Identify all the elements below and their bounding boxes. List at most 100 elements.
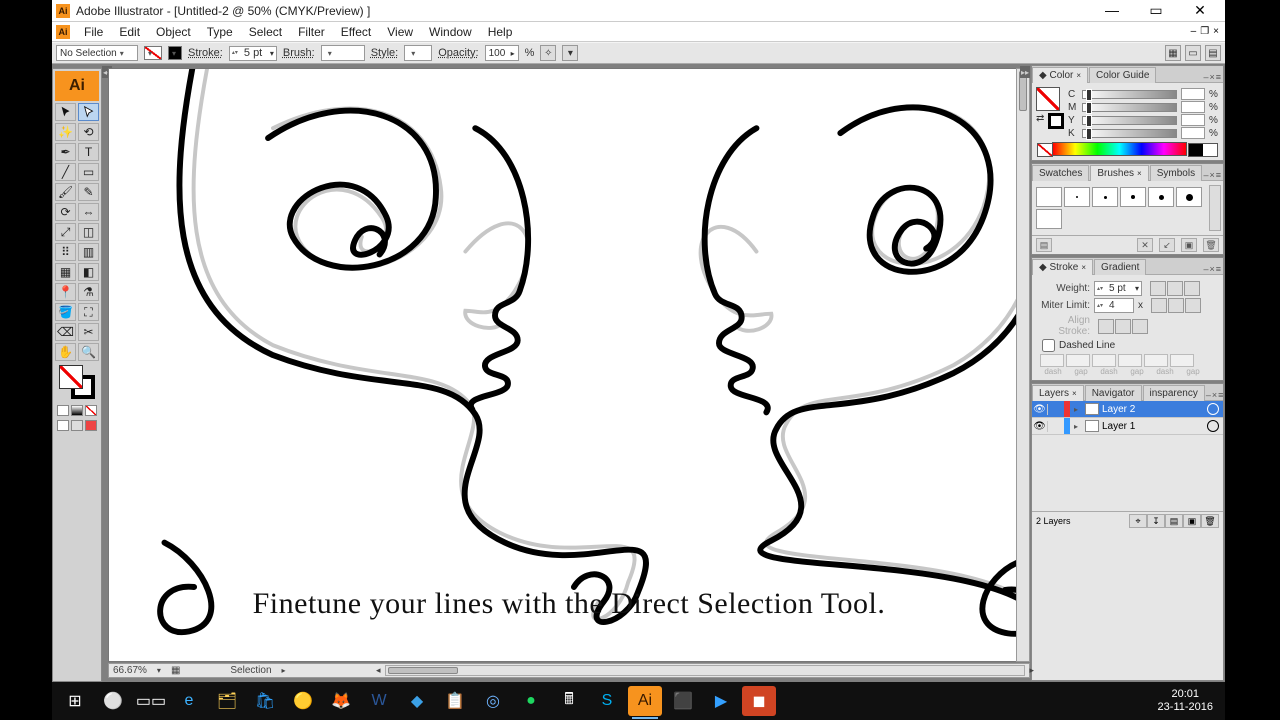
mesh-tool[interactable]: ▦: [55, 263, 76, 281]
cap-butt-button[interactable]: [1150, 281, 1166, 296]
spectrum-bar[interactable]: [1052, 142, 1187, 156]
brush-item[interactable]: [1148, 187, 1174, 207]
tab-stroke[interactable]: ◆ Stroke×: [1032, 259, 1093, 275]
visibility-icon[interactable]: 👁: [1032, 421, 1048, 432]
stroke-swatch-icon[interactable]: [1048, 113, 1064, 129]
fill-swatch-icon[interactable]: [1036, 87, 1060, 111]
gradient-mode-button[interactable]: [71, 405, 83, 416]
brush-item[interactable]: [1036, 187, 1062, 207]
panel-close-icon[interactable]: ×: [1212, 390, 1217, 400]
paintbrush-tool[interactable]: 🖌: [55, 183, 76, 201]
tab-swatches[interactable]: Swatches: [1032, 165, 1089, 181]
make-clip-icon[interactable]: ↧: [1147, 514, 1165, 528]
selection-dropdown[interactable]: No Selection: [56, 45, 138, 61]
zoom-tool[interactable]: 🔍: [78, 343, 99, 361]
new-layer-icon[interactable]: ▣: [1183, 514, 1201, 528]
scissors-tool[interactable]: ✂: [78, 323, 99, 341]
target-icon[interactable]: [1207, 420, 1219, 432]
expand-icon[interactable]: ▸: [1070, 422, 1082, 431]
opacity-label[interactable]: Opacity:: [438, 47, 478, 59]
panel-close-icon[interactable]: ×: [1209, 72, 1214, 82]
new-brush-icon[interactable]: ▣: [1181, 238, 1197, 252]
tab-color-guide[interactable]: Color Guide: [1089, 67, 1156, 83]
panel-min-icon[interactable]: –: [1206, 390, 1211, 400]
app-logo-icon[interactable]: Ai: [56, 25, 70, 39]
rotate-tool[interactable]: ⟳: [55, 203, 76, 221]
layer-name[interactable]: Layer 2: [1102, 404, 1135, 415]
fill-color-icon[interactable]: [59, 365, 83, 389]
color-mode-button[interactable]: [57, 405, 69, 416]
black-value[interactable]: [1181, 127, 1205, 139]
brush-item[interactable]: [1120, 187, 1146, 207]
panel-menu-icon[interactable]: ≡: [1216, 72, 1221, 82]
reflect-tool[interactable]: ⇔: [78, 203, 99, 221]
gap-field[interactable]: [1170, 354, 1194, 367]
panel-menu-icon[interactable]: ≡: [1216, 264, 1221, 274]
fill-stroke-control[interactable]: [59, 365, 95, 399]
pen-tool[interactable]: ✒: [55, 143, 76, 161]
brush-scrollbar[interactable]: [1209, 185, 1221, 231]
live-paint-tool[interactable]: 🪣: [55, 303, 76, 321]
magic-wand-tool[interactable]: ✨: [55, 123, 76, 141]
tab-brushes[interactable]: Brushes×: [1090, 165, 1148, 181]
screen-normal-button[interactable]: [57, 420, 69, 431]
expand-icon[interactable]: ▸: [1070, 405, 1082, 414]
layer-row[interactable]: 👁 ▸ Layer 2: [1032, 401, 1223, 418]
brush-label[interactable]: Brush:: [283, 47, 315, 59]
brush-item[interactable]: [1064, 187, 1090, 207]
opacity-field[interactable]: 100▸: [485, 45, 519, 61]
windows-icon[interactable]: ⊞: [58, 686, 92, 716]
lasso-tool[interactable]: ⟲: [78, 123, 99, 141]
stroke-swatch[interactable]: [168, 46, 182, 60]
screen-full-menu-button[interactable]: [71, 420, 83, 431]
gradient-tool[interactable]: ◧: [78, 263, 99, 281]
doc-setup-button[interactable]: ▦: [1165, 45, 1181, 61]
brush-item[interactable]: [1036, 209, 1062, 229]
panel-min-icon[interactable]: –: [1203, 264, 1208, 274]
brush-item[interactable]: [1092, 187, 1118, 207]
pencil-tool[interactable]: ✎: [78, 183, 99, 201]
chrome-icon[interactable]: 🟡: [286, 686, 320, 716]
dash-field[interactable]: [1040, 354, 1064, 367]
tab-layers[interactable]: Layers×: [1032, 385, 1084, 401]
acrobat-icon[interactable]: ⬛: [666, 686, 700, 716]
calculator-icon[interactable]: 🖩: [552, 686, 586, 716]
doc-restore-button[interactable]: ❐: [1200, 26, 1209, 37]
panels-collapse-button[interactable]: ▸▸: [1020, 66, 1030, 78]
zoom-level[interactable]: 66.67%: [113, 665, 147, 676]
dashed-checkbox[interactable]: [1042, 339, 1055, 352]
magenta-slider[interactable]: [1082, 103, 1177, 112]
tab-transparency[interactable]: insparency: [1143, 385, 1205, 401]
menu-view[interactable]: View: [379, 23, 421, 41]
tab-symbols[interactable]: Symbols: [1150, 165, 1202, 181]
type-tool[interactable]: T: [78, 143, 99, 161]
explorer-icon[interactable]: 🗂: [210, 686, 244, 716]
panel-menu-icon[interactable]: ≡: [1218, 390, 1223, 400]
eyedropper-tool[interactable]: 📍: [55, 283, 76, 301]
align-center-button[interactable]: [1098, 319, 1114, 334]
close-button[interactable]: ✕: [1185, 2, 1215, 19]
eraser-tool[interactable]: ⌫: [55, 323, 76, 341]
vertical-scrollbar[interactable]: [1016, 68, 1030, 662]
clock[interactable]: 20:01 23-11-2016: [1158, 688, 1219, 714]
new-sublayer-icon[interactable]: ▤: [1165, 514, 1183, 528]
tab-color[interactable]: ◆ Color×: [1032, 67, 1088, 83]
panel-close-icon[interactable]: ×: [1209, 170, 1214, 180]
none-mode-button[interactable]: [85, 405, 97, 416]
menu-help[interactable]: Help: [480, 23, 521, 41]
delete-layer-icon[interactable]: 🗑: [1201, 514, 1219, 528]
tab-navigator[interactable]: Navigator: [1085, 385, 1142, 401]
maximize-button[interactable]: ▭: [1141, 2, 1171, 19]
align-outside-button[interactable]: [1132, 319, 1148, 334]
menu-effect[interactable]: Effect: [333, 23, 379, 41]
canvas[interactable]: Finetune your lines with the Direct Sele…: [108, 68, 1030, 662]
brush-lib-icon[interactable]: ▤: [1036, 238, 1052, 252]
selection-tool[interactable]: [55, 103, 76, 121]
skype-icon[interactable]: S: [590, 686, 624, 716]
style-dropdown[interactable]: [404, 45, 432, 61]
panel-min-icon[interactable]: –: [1203, 72, 1208, 82]
yellow-value[interactable]: [1181, 114, 1205, 126]
screen-full-button[interactable]: [85, 420, 97, 431]
align-button[interactable]: ▾: [562, 45, 578, 61]
edge-icon[interactable]: e: [172, 686, 206, 716]
